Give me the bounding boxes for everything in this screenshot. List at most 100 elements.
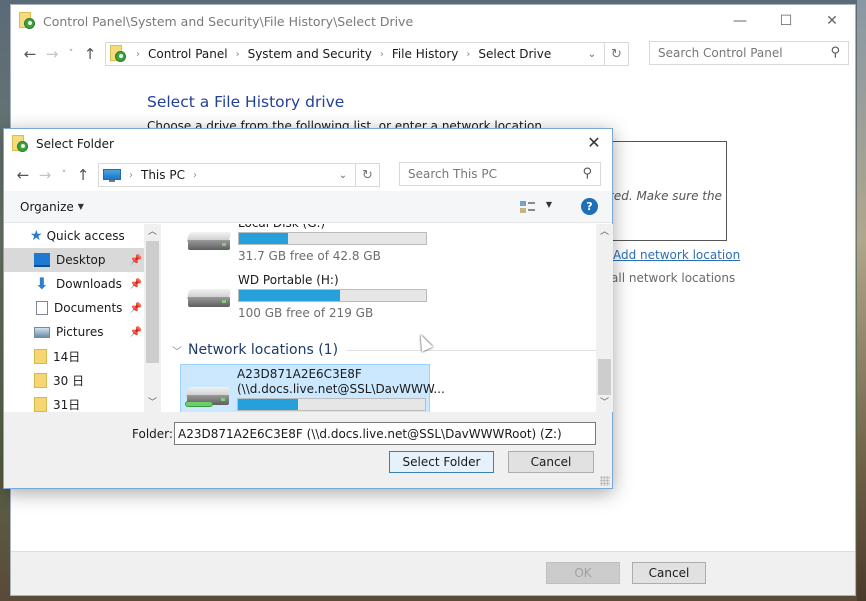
address-bar[interactable]: › Control Panel › System and Security › … [105, 42, 629, 66]
search-icon[interactable]: ⚲ [830, 45, 840, 60]
cancel-button[interactable]: Cancel [632, 562, 706, 584]
scroll-up-arrow[interactable]: ︿ [144, 224, 161, 241]
pin-icon[interactable]: 📌 [130, 279, 142, 290]
show-all-network-locations-link[interactable]: all network locations [611, 271, 735, 285]
organize-menu[interactable]: Organize [20, 200, 74, 214]
breadcrumb-file-history[interactable]: File History [392, 47, 459, 61]
network-usage-bar [237, 398, 426, 411]
dialog-navigation-bar: ← → ˅ ↑ › This PC › ⌄ ↻ Search This PC ⚲ [4, 159, 612, 191]
view-options-dropdown[interactable]: ▼ [546, 200, 552, 209]
dialog-close-button[interactable]: ✕ [582, 133, 606, 155]
nav-pane-scrollbar[interactable]: ︿ ﹀ [144, 224, 161, 412]
file-list: Local Disk (G:) 31.7 GB free of 42.8 GB … [162, 224, 614, 412]
breadcrumb-this-pc[interactable]: This PC [141, 168, 185, 182]
nav-item-folder[interactable]: 14日 [4, 344, 160, 368]
footer-bar: OK Cancel [11, 551, 855, 595]
search-icon[interactable]: ⚲ [582, 166, 592, 181]
nav-item-folder[interactable]: 31日 [4, 392, 160, 412]
select-folder-button[interactable]: Select Folder [389, 451, 494, 473]
change-view-icon[interactable] [520, 199, 536, 215]
drive-list-message: listed. Make sure the [596, 189, 722, 203]
scroll-down-arrow[interactable]: ﹀ [144, 395, 161, 412]
back-button[interactable]: ← [19, 45, 41, 63]
nav-item-label: 30 日 [53, 373, 85, 388]
downloads-icon: ⬇ [35, 274, 49, 293]
scrollbar-thumb[interactable] [146, 241, 159, 363]
breadcrumb-select-drive[interactable]: Select Drive [478, 47, 551, 61]
breadcrumb-separator: › [379, 48, 384, 60]
search-control-panel-input[interactable]: Search Control Panel ⚲ [649, 41, 849, 65]
quick-access-star-icon: ★ [30, 228, 43, 244]
file-history-icon [19, 12, 37, 30]
dialog-cancel-button[interactable]: Cancel [508, 451, 594, 473]
breadcrumb-control-panel[interactable]: Control Panel [148, 47, 228, 61]
network-location-item[interactable]: A23D871A2E6C3E8F (\\d.docs.live.net@SSL\… [180, 364, 445, 412]
network-drive-icon [185, 387, 231, 407]
dialog-bottom-panel: Folder: A23D871A2E6C3E8F (\\d.docs.live.… [4, 412, 612, 488]
group-label: Network locations (1) [188, 342, 339, 358]
nav-item-documents[interactable]: Documents 📌 [4, 296, 160, 320]
nav-item-desktop[interactable]: Desktop 📌 [4, 248, 160, 272]
drive-free-space: 100 GB free of 219 GB [238, 306, 374, 320]
breadcrumb-separator: › [235, 48, 240, 60]
minimize-button[interactable]: — [717, 5, 763, 37]
forward-button[interactable]: → [34, 166, 56, 184]
this-pc-icon [103, 168, 121, 182]
group-divider [346, 349, 610, 351]
scroll-down-arrow[interactable]: ﹀ [596, 395, 613, 412]
hard-drive-icon [186, 289, 232, 307]
maximize-button[interactable]: ☐ [763, 5, 809, 37]
chevron-down-icon[interactable]: ⌄ [333, 164, 353, 186]
dialog-toolbar: Organize ▼ ▼ ? [4, 191, 612, 223]
refresh-icon[interactable]: ↻ [355, 164, 379, 186]
recent-locations-button[interactable]: ˅ [56, 170, 72, 180]
drive-item[interactable]: WD Portable (H:) 100 GB free of 219 GB [180, 273, 430, 323]
refresh-icon[interactable]: ↻ [604, 43, 628, 65]
scrollbar-thumb[interactable] [598, 359, 611, 395]
nav-item-label: 31日 [53, 397, 81, 412]
up-button[interactable]: ↑ [79, 45, 101, 63]
nav-item-folder[interactable]: 30 日 [4, 368, 160, 392]
ok-button[interactable]: OK [546, 562, 620, 584]
add-network-location-link[interactable]: Add network location [613, 248, 740, 262]
drive-free-space: 31.7 GB free of 42.8 GB [238, 249, 381, 263]
nav-item-pictures[interactable]: Pictures 📌 [4, 320, 160, 344]
back-button[interactable]: ← [12, 166, 34, 184]
forward-button[interactable]: → [41, 45, 63, 63]
desktop-icon [34, 253, 50, 267]
up-button[interactable]: ↑ [72, 166, 94, 184]
network-locations-group-header[interactable]: ﹀ Network locations (1) [172, 342, 610, 358]
breadcrumb-system-security[interactable]: System and Security [248, 47, 372, 61]
file-list-scrollbar[interactable]: ︿ ﹀ [596, 224, 613, 412]
breadcrumb-separator: › [136, 48, 140, 60]
pin-icon[interactable]: 📌 [130, 255, 142, 266]
documents-icon [36, 301, 48, 315]
recent-locations-button[interactable]: ˅ [63, 49, 79, 59]
file-history-icon [12, 135, 30, 153]
nav-item-label: Documents [54, 301, 123, 315]
help-icon[interactable]: ? [581, 198, 598, 215]
network-usage-fill [238, 399, 298, 410]
scroll-up-arrow[interactable]: ︿ [596, 224, 613, 241]
close-button[interactable]: ✕ [809, 5, 855, 37]
drive-item[interactable]: Local Disk (G:) 31.7 GB free of 42.8 GB [180, 224, 430, 266]
drive-usage-fill [239, 290, 340, 301]
caret-down-icon[interactable]: ▼ [78, 202, 84, 211]
folder-input[interactable]: A23D871A2E6C3E8F (\\d.docs.live.net@SSL\… [174, 422, 596, 445]
breadcrumb-separator[interactable]: › [193, 170, 197, 181]
chevron-down-icon[interactable]: ⌄ [582, 43, 602, 65]
folder-icon [34, 396, 47, 412]
drive-usage-bar [238, 289, 427, 302]
nav-item-label: Pictures [56, 325, 104, 339]
nav-item-downloads[interactable]: ⬇ Downloads 📌 [4, 272, 160, 296]
chevron-down-icon[interactable]: ﹀ [172, 343, 182, 358]
quick-access-item[interactable]: ★ Quick access [4, 224, 160, 248]
pin-icon[interactable]: 📌 [130, 303, 142, 314]
dialog-address-bar[interactable]: › This PC › ⌄ ↻ [98, 163, 380, 187]
nav-item-label: 14日 [53, 349, 81, 364]
search-this-pc-input[interactable]: Search This PC ⚲ [399, 162, 601, 186]
drive-usage-bar [238, 232, 427, 245]
pin-icon[interactable]: 📌 [130, 327, 142, 338]
resize-grip[interactable] [600, 476, 610, 486]
navigation-pane: ★ Quick access Desktop 📌 ⬇ Downloads 📌 D… [4, 224, 160, 412]
